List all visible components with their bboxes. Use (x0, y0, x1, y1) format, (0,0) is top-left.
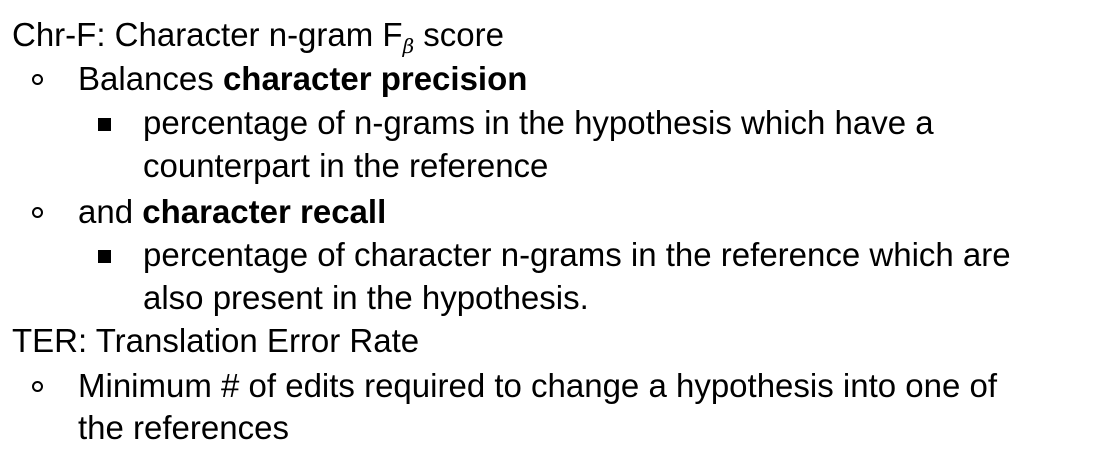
circle-bullet-icon (32, 381, 43, 392)
square-bullet-icon (98, 118, 111, 131)
precision-desc-line1: percentage of n-grams in the hypothesis … (143, 104, 934, 141)
chrf-heading: Chr-F: Character n-gram Fβ score (12, 18, 504, 56)
recall-item-bold: character recall (142, 193, 387, 230)
recall-desc-line2: also present in the hypothesis. (143, 279, 589, 316)
precision-item-bold: character precision (222, 60, 528, 97)
circle-bullet-icon (32, 207, 43, 218)
square-bullet-icon (98, 250, 111, 263)
ter-heading: TER: Translation Error Rate (12, 322, 420, 359)
recall-desc-line1: percentage of character n-grams in the r… (143, 236, 1011, 273)
ter-item-line1: Minimum # of edits required to change a … (78, 367, 998, 404)
precision-item: Balances character precision (78, 62, 527, 95)
beta-subscript: β (402, 34, 415, 58)
circle-bullet-icon (32, 74, 43, 85)
ter-item-line2: the references (78, 409, 289, 446)
chrf-heading-suffix: score (414, 16, 505, 53)
precision-item-prefix: Balances (78, 60, 223, 97)
recall-item-prefix: and (78, 193, 143, 230)
precision-desc-line2: counterpart in the reference (143, 147, 549, 184)
recall-item: and character recall (78, 195, 386, 228)
chrf-heading-prefix: Chr-F: Character n-gram F (12, 16, 403, 53)
